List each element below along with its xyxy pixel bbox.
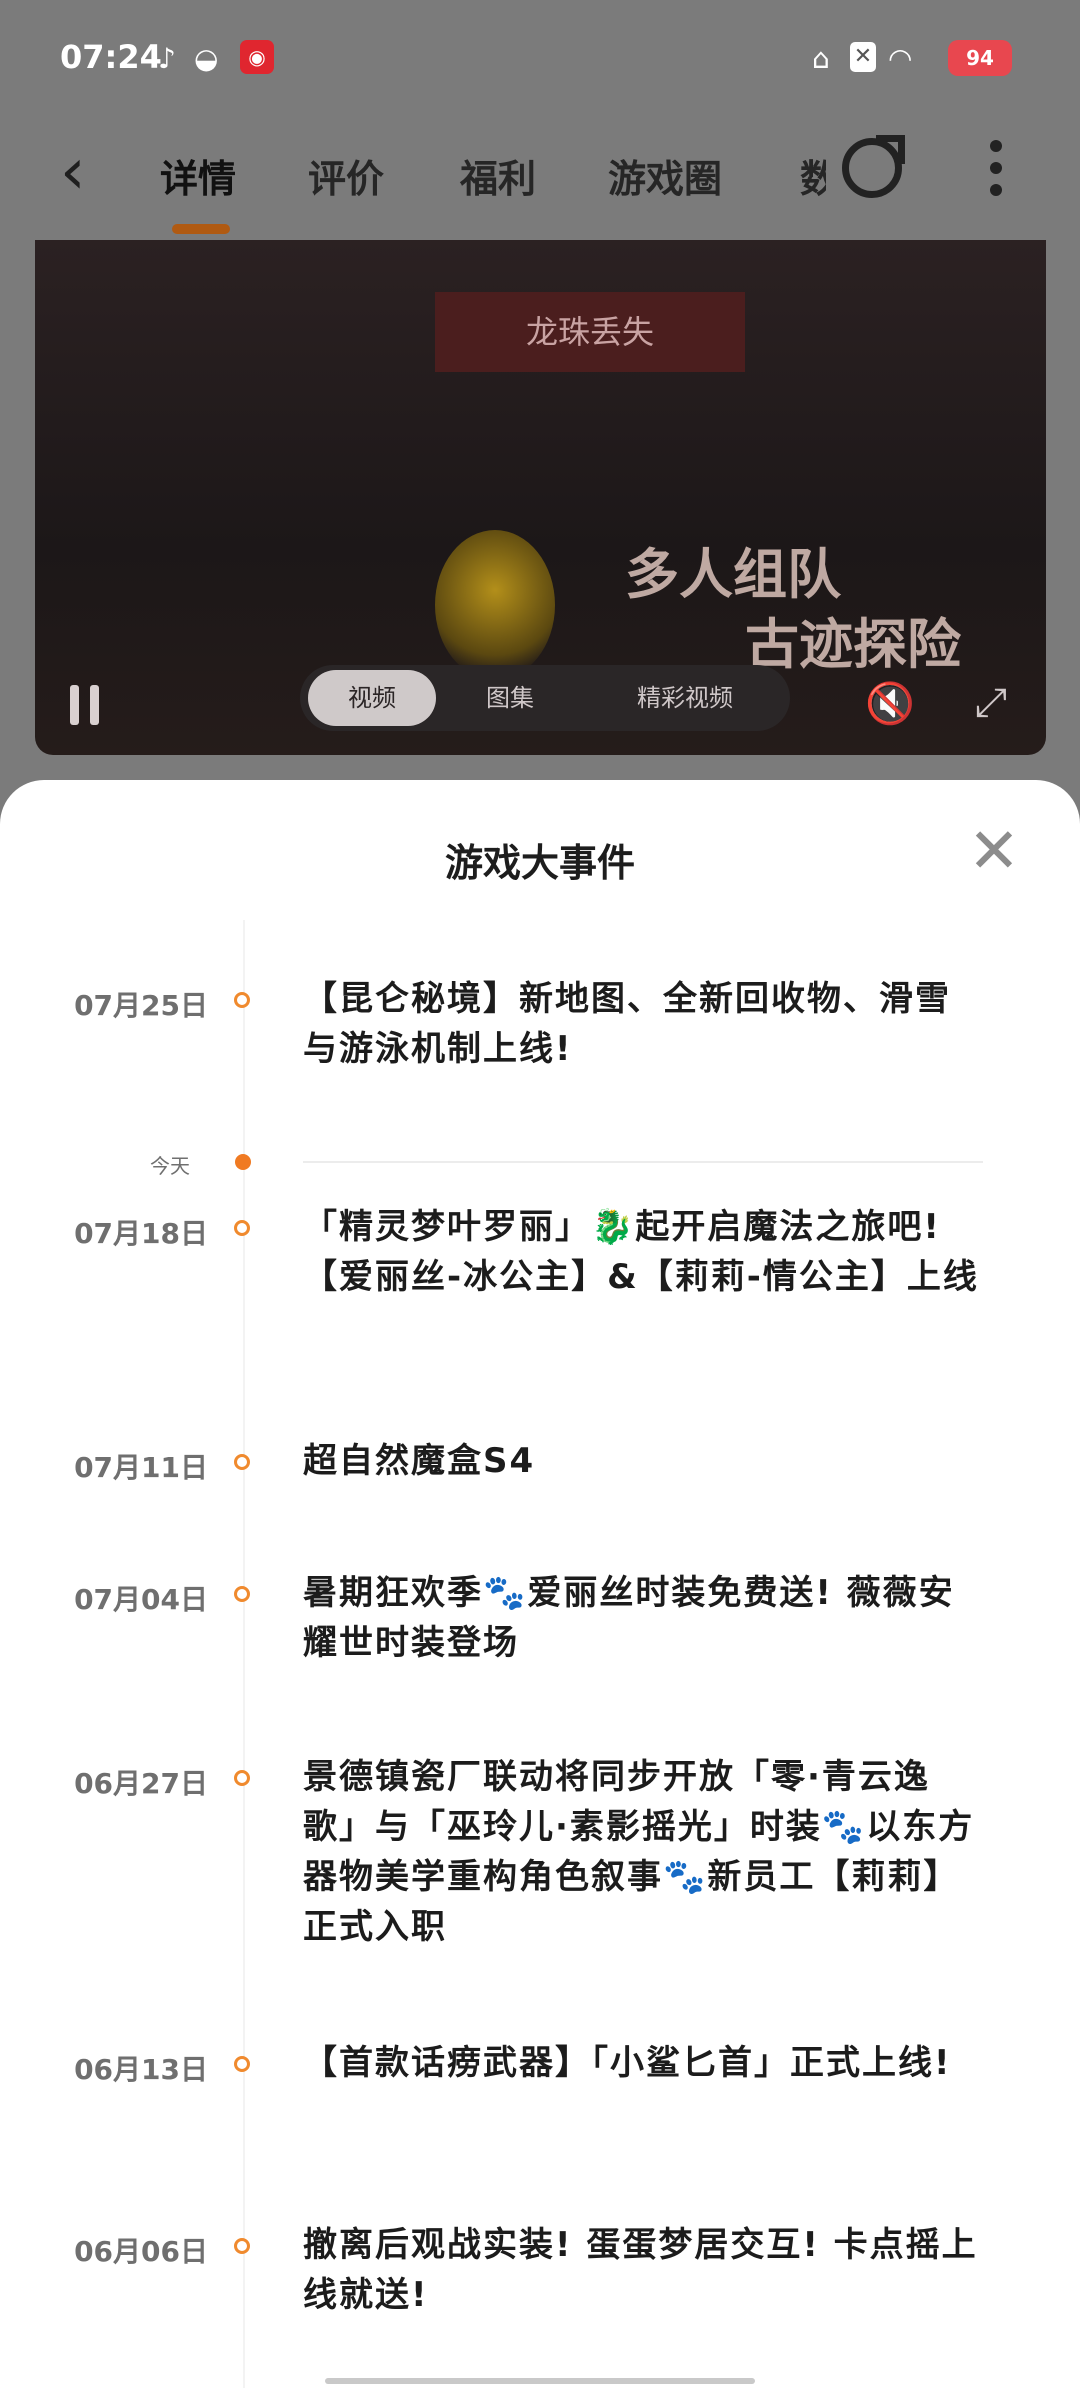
event-text[interactable]: 撤离后观战实装! 蛋蛋梦居交互! 卡点摇上线就送!	[303, 2220, 983, 2320]
timeline-dot	[234, 1770, 250, 1786]
video-character	[435, 530, 555, 680]
event-text[interactable]: 暑期狂欢季🐾爱丽丝时装免费送! 薇薇安耀世时装登场	[303, 1568, 983, 1668]
event-date: 06月13日	[74, 2053, 208, 2086]
wifi-icon: ◠	[888, 42, 913, 75]
sheet-title: 游戏大事件	[444, 841, 635, 885]
timeline-dot	[234, 1586, 250, 1602]
weibo-icon: ◉	[240, 40, 274, 74]
video-banner-text: 龙珠丢失	[435, 292, 745, 372]
today-label: 今天	[150, 1154, 190, 1178]
event-text[interactable]: 超自然魔盒S4	[303, 1436, 983, 1486]
video-promo-line1: 多人组队	[625, 543, 841, 606]
video-player[interactable]: 龙珠丢失 多人组队 古迹探险 视频 图集 精彩视频 🔇 ⤢	[35, 240, 1046, 755]
active-tab-indicator	[172, 224, 230, 234]
tiktok-icon: ♪	[158, 42, 176, 75]
segment-gallery[interactable]: 图集	[450, 665, 570, 731]
top-nav: ‹ 详情 评价 福利 游戏圈 数	[0, 120, 1080, 240]
event-text[interactable]: 「精灵梦叶罗丽」🐉起开启魔法之旅吧! 【爱丽丝-冰公主】&【莉莉-情公主】上线	[303, 1202, 983, 1302]
event-date: 07月04日	[74, 1583, 208, 1616]
media-segment-control: 视频 图集 精彩视频	[300, 665, 790, 731]
bell-muted-icon: ⌂	[812, 42, 830, 75]
event-date: 06月06日	[74, 2235, 208, 2268]
segment-video[interactable]: 视频	[308, 670, 436, 726]
event-text[interactable]: 【昆仑秘境】新地图、全新回收物、滑雪与游泳机制上线!	[303, 974, 983, 1074]
tab-benefits[interactable]: 福利	[460, 148, 536, 203]
wechat-icon: ◒	[194, 42, 219, 75]
battery-icon: 94	[948, 40, 1012, 76]
event-date: 06月27日	[74, 1767, 208, 1800]
events-sheet: 游戏大事件 ✕ 07月25日 【昆仑秘境】新地图、全新回收物、滑雪与游泳机制上线…	[0, 780, 1080, 2388]
timeline-dot	[234, 2056, 250, 2072]
share-icon[interactable]	[842, 135, 905, 198]
event-date: 07月25日	[74, 989, 208, 1022]
close-box-icon: ✕	[850, 42, 876, 72]
status-time: 07:24	[60, 38, 162, 76]
back-arrow-icon[interactable]: ‹	[60, 140, 86, 204]
timeline-dot	[234, 2238, 250, 2254]
video-promo-line2: 古迹探险	[745, 613, 961, 676]
status-bar: 07:24 ♪ ◒ ◉ ⌂ ✕ ◠ 94	[0, 0, 1080, 120]
timeline-line	[243, 920, 245, 2388]
tab-details[interactable]: 详情	[160, 148, 236, 203]
event-text[interactable]: 【首款话痨武器】「小鲨匕首」正式上线!	[303, 2038, 983, 2088]
tab-reviews[interactable]: 评价	[308, 148, 384, 203]
home-indicator[interactable]	[325, 2378, 755, 2384]
tab-more-clipped[interactable]: 数	[800, 148, 826, 203]
mute-icon[interactable]: 🔇	[865, 680, 915, 727]
fullscreen-icon[interactable]: ⤢	[975, 680, 1007, 726]
more-options-icon[interactable]	[990, 140, 1002, 206]
tab-game-circle[interactable]: 游戏圈	[608, 148, 722, 203]
pause-icon[interactable]	[70, 685, 102, 725]
close-icon[interactable]: ✕	[968, 820, 1020, 882]
event-date: 07月11日	[74, 1451, 208, 1484]
segment-highlights[interactable]: 精彩视频	[600, 665, 770, 731]
today-divider	[303, 1161, 983, 1163]
event-text[interactable]: 景德镇瓷厂联动将同步开放「零·青云逸歌」与「巫玲儿·素影摇光」时装🐾以东方器物美…	[303, 1752, 983, 1952]
timeline-dot	[234, 1220, 250, 1236]
today-dot	[235, 1154, 251, 1170]
timeline-dot	[234, 1454, 250, 1470]
timeline-dot	[234, 992, 250, 1008]
event-date: 07月18日	[74, 1217, 208, 1250]
